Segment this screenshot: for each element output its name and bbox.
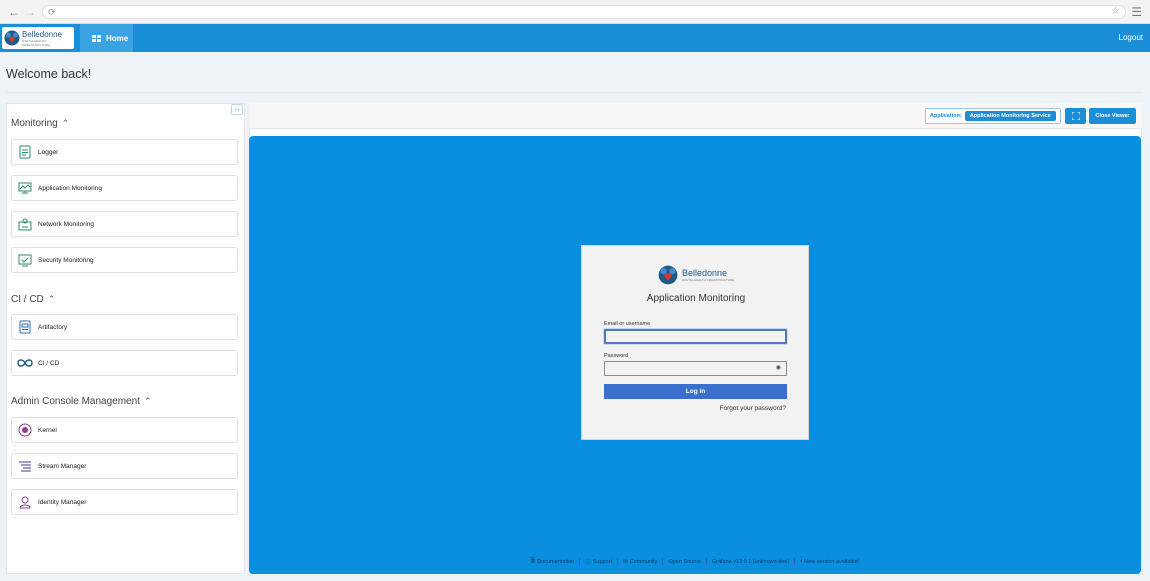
chevron-up-icon: ⌃ [143, 396, 152, 406]
grafana-footer: 🗎 Documentation ⓘ Support ✉ Community Open … [249, 557, 1141, 566]
sidebar-item-cicd[interactable]: CI / CD [11, 350, 238, 376]
divider [617, 558, 619, 565]
belledonne-logo-icon [658, 265, 678, 285]
footer-version-link[interactable]: Grafana v12.0.1 (unknown-dev) [712, 559, 789, 565]
divider [6, 92, 1142, 93]
divider [705, 558, 707, 565]
login-title: Application Monitoring [646, 293, 746, 304]
footer-documentation-link[interactable]: 🗎 Documentation [531, 557, 574, 566]
sidebar-item-label: Security Monitoring [38, 256, 94, 264]
sidebar-item-label: Logger [38, 148, 59, 156]
sidebar-item-label: Identity Manager [38, 498, 87, 506]
login-logo: Belledonne DIGITAL HEALTH INFRASTRUCTURE [657, 265, 737, 285]
section-title: Admin Console Management [11, 396, 140, 407]
application-key-label: Application: [930, 113, 962, 119]
sidebar-item-label: Application Monitoring [38, 184, 102, 192]
forward-arrow-icon[interactable]: → [24, 5, 36, 19]
welcome-heading: Welcome back! [6, 67, 92, 81]
fullscreen-icon [1071, 112, 1080, 120]
sidebar-item-artifactory[interactable]: Artifactory [11, 314, 238, 340]
section-monitoring-toggle[interactable]: Monitoring ⌃ [11, 118, 69, 129]
logo-name: Belledonne [682, 268, 728, 278]
monitor-chart-icon [12, 178, 38, 198]
divider [579, 558, 581, 565]
sidebar-item-label: Kernel [38, 426, 57, 434]
sidebar-item-kernel[interactable]: Kernel [11, 417, 238, 443]
login-button[interactable]: Log in [604, 384, 787, 399]
kernel-chip-icon [12, 420, 38, 440]
brand-logo[interactable]: Belledonne DIGITAL HEALTH INFRASTRUCTURE [2, 27, 74, 49]
app-header: Belledonne DIGITAL HEALTH INFRASTRUCTURE… [0, 24, 1150, 52]
document-icon: 🗎 [530, 558, 536, 564]
password-field[interactable]: ◉ [604, 361, 787, 376]
user-icon [12, 492, 38, 512]
divider [662, 558, 664, 565]
artifactory-icon [12, 317, 38, 337]
logo-tagline: DIGITAL HEALTH INFRASTRUCTURE [682, 278, 735, 282]
footer-community-link[interactable]: ✉ Community [623, 559, 657, 565]
reload-icon[interactable]: ⟳ [48, 7, 56, 18]
browser-toolbar: ← → ⟳ ☆ ☰ [0, 0, 1150, 24]
show-password-eye-icon[interactable]: ◉ [776, 365, 781, 372]
sidebar-item-logger[interactable]: Logger [11, 139, 238, 165]
network-icon [12, 214, 38, 234]
belledonne-logo-icon [4, 30, 20, 46]
footer-link-label: Grafana v12.0.1 (unknown-dev) [711, 558, 790, 565]
sidebar-item-label: Network Monitoring [38, 220, 94, 228]
bookmark-star-icon[interactable]: ☆ [1111, 6, 1120, 18]
infinity-loop-icon [12, 353, 38, 373]
security-monitor-icon [12, 250, 38, 270]
footer-link-label: Open Source [668, 558, 701, 565]
collapse-sidebar-button[interactable]: ↔ [231, 104, 243, 115]
address-bar[interactable]: ⟳ ☆ [42, 5, 1126, 19]
application-selector[interactable]: Application: Application Monitoring Serv… [925, 108, 1061, 124]
stream-list-icon [12, 456, 38, 476]
footer-link-label: Support [592, 558, 613, 565]
footer-link-label: Community [629, 558, 658, 565]
application-value: Application Monitoring Service [964, 111, 1056, 121]
sidebar-item-stream-manager[interactable]: Stream Manager [11, 453, 238, 479]
fullscreen-button[interactable] [1065, 108, 1086, 124]
footer-new-version-link[interactable]: ⭳ New version available! [800, 557, 859, 566]
footer-link-label: Documentation [537, 558, 575, 565]
sidebar-item-application-monitoring[interactable]: Application Monitoring [11, 175, 238, 201]
sidebar-item-network-monitoring[interactable]: Network Monitoring [11, 211, 238, 237]
sidebar-item-label: Stream Manager [38, 462, 87, 470]
comments-icon: ✉ [623, 558, 628, 565]
question-circle-icon: ⓘ [585, 559, 591, 566]
home-tab-label: Home [106, 33, 129, 43]
section-admin-console-toggle[interactable]: Admin Console Management ⌃ [11, 396, 152, 407]
chevron-up-icon: ⌃ [61, 118, 70, 128]
logo-name: Belledonne [21, 29, 63, 39]
forgot-password-link[interactable]: Forgot your password? [720, 405, 786, 412]
footer-support-link[interactable]: ⓘ Support [585, 558, 612, 566]
section-title: CI / CD [11, 294, 44, 305]
footer-open-source-link[interactable]: Open Source [668, 559, 700, 565]
nav-home-tab[interactable]: Home [80, 24, 133, 52]
logout-link[interactable]: Logout [1119, 33, 1143, 42]
email-field[interactable] [604, 329, 787, 344]
section-title: Monitoring [11, 118, 58, 129]
sidebar-item-label: Artifactory [38, 323, 68, 331]
logger-icon [12, 142, 38, 162]
sidebar-item-label: CI / CD [38, 359, 60, 367]
close-viewer-button[interactable]: Close Viewer [1089, 108, 1136, 124]
back-arrow-icon[interactable]: ← [8, 5, 20, 19]
login-card: Belledonne DIGITAL HEALTH INFRASTRUCTURE… [581, 245, 809, 440]
section-cicd-toggle[interactable]: CI / CD ⌃ [11, 294, 55, 305]
password-label: Password [604, 353, 629, 359]
sidebar-item-identity-manager[interactable]: Identity Manager [11, 489, 238, 515]
browser-menu-icon[interactable]: ☰ [1131, 5, 1142, 19]
chevron-up-icon: ⌃ [47, 294, 56, 304]
divider [794, 558, 796, 565]
footer-link-label: New version available! [804, 558, 860, 565]
download-icon: ⭳ [800, 558, 803, 564]
logo-tagline: DIGITAL HEALTH INFRASTRUCTURE [21, 38, 50, 47]
sidebar-item-security-monitoring[interactable]: Security Monitoring [11, 247, 238, 273]
email-label: Email or username [604, 321, 651, 327]
dashboard-grid-icon [92, 34, 101, 42]
